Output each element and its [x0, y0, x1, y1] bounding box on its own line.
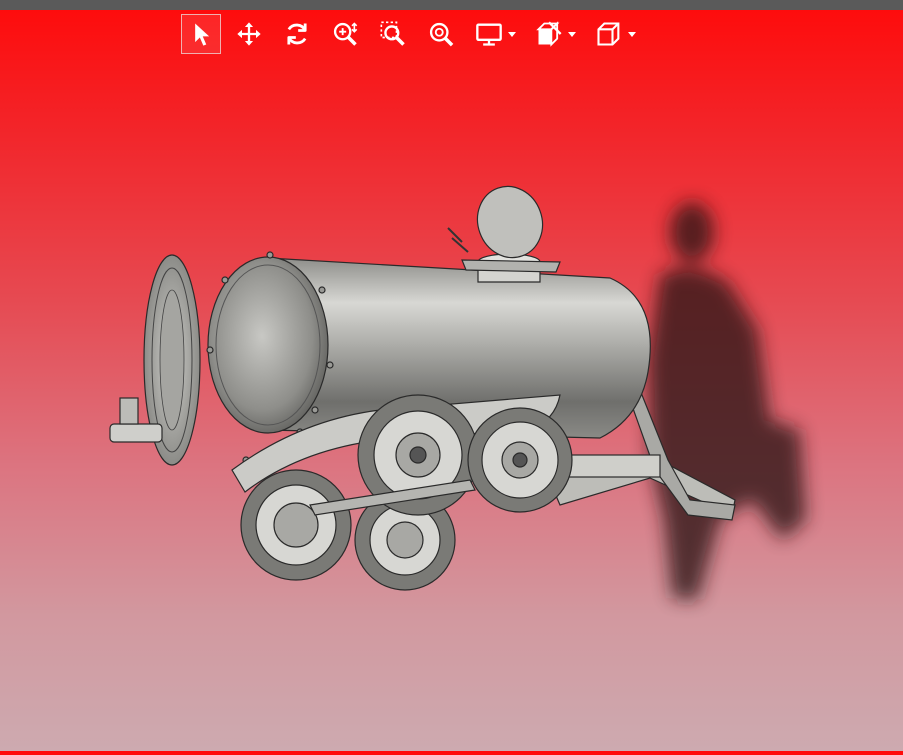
- viewer-toolbar: [181, 14, 649, 54]
- cursor-arrow-icon: [195, 23, 210, 46]
- display-mode-dropdown[interactable]: [469, 14, 517, 54]
- zoom-fit-tool-button[interactable]: [421, 14, 461, 54]
- chevron-down-icon[interactable]: [507, 29, 517, 39]
- view-orientation-dropdown[interactable]: [589, 14, 637, 54]
- section-view-dropdown[interactable]: [529, 14, 577, 54]
- zoom-tool-button[interactable]: [325, 14, 365, 54]
- tanker-trailer-3d-model[interactable]: [109, 177, 736, 591]
- section-view-icon: [536, 21, 562, 47]
- zoom-icon: [333, 22, 358, 46]
- rotate-icon: [287, 23, 307, 45]
- rotate-tool-button[interactable]: [277, 14, 317, 54]
- scene-canvas[interactable]: [0, 0, 903, 751]
- person-silhouette-shadow: [648, 202, 806, 600]
- pan-tool-button[interactable]: [229, 14, 269, 54]
- 3d-viewport[interactable]: [0, 0, 903, 751]
- display-mode-button[interactable]: [469, 14, 509, 54]
- zoom-window-icon: [380, 21, 405, 46]
- zoom-fit-icon: [429, 22, 454, 47]
- cube-view-icon: [597, 22, 620, 46]
- section-view-button[interactable]: [529, 14, 569, 54]
- select-tool-button[interactable]: [181, 14, 221, 54]
- zoom-window-tool-button[interactable]: [373, 14, 413, 54]
- chevron-down-icon[interactable]: [627, 29, 637, 39]
- monitor-icon: [476, 23, 502, 46]
- view-orientation-button[interactable]: [589, 14, 629, 54]
- move-arrows-icon: [237, 22, 261, 46]
- chevron-down-icon[interactable]: [567, 29, 577, 39]
